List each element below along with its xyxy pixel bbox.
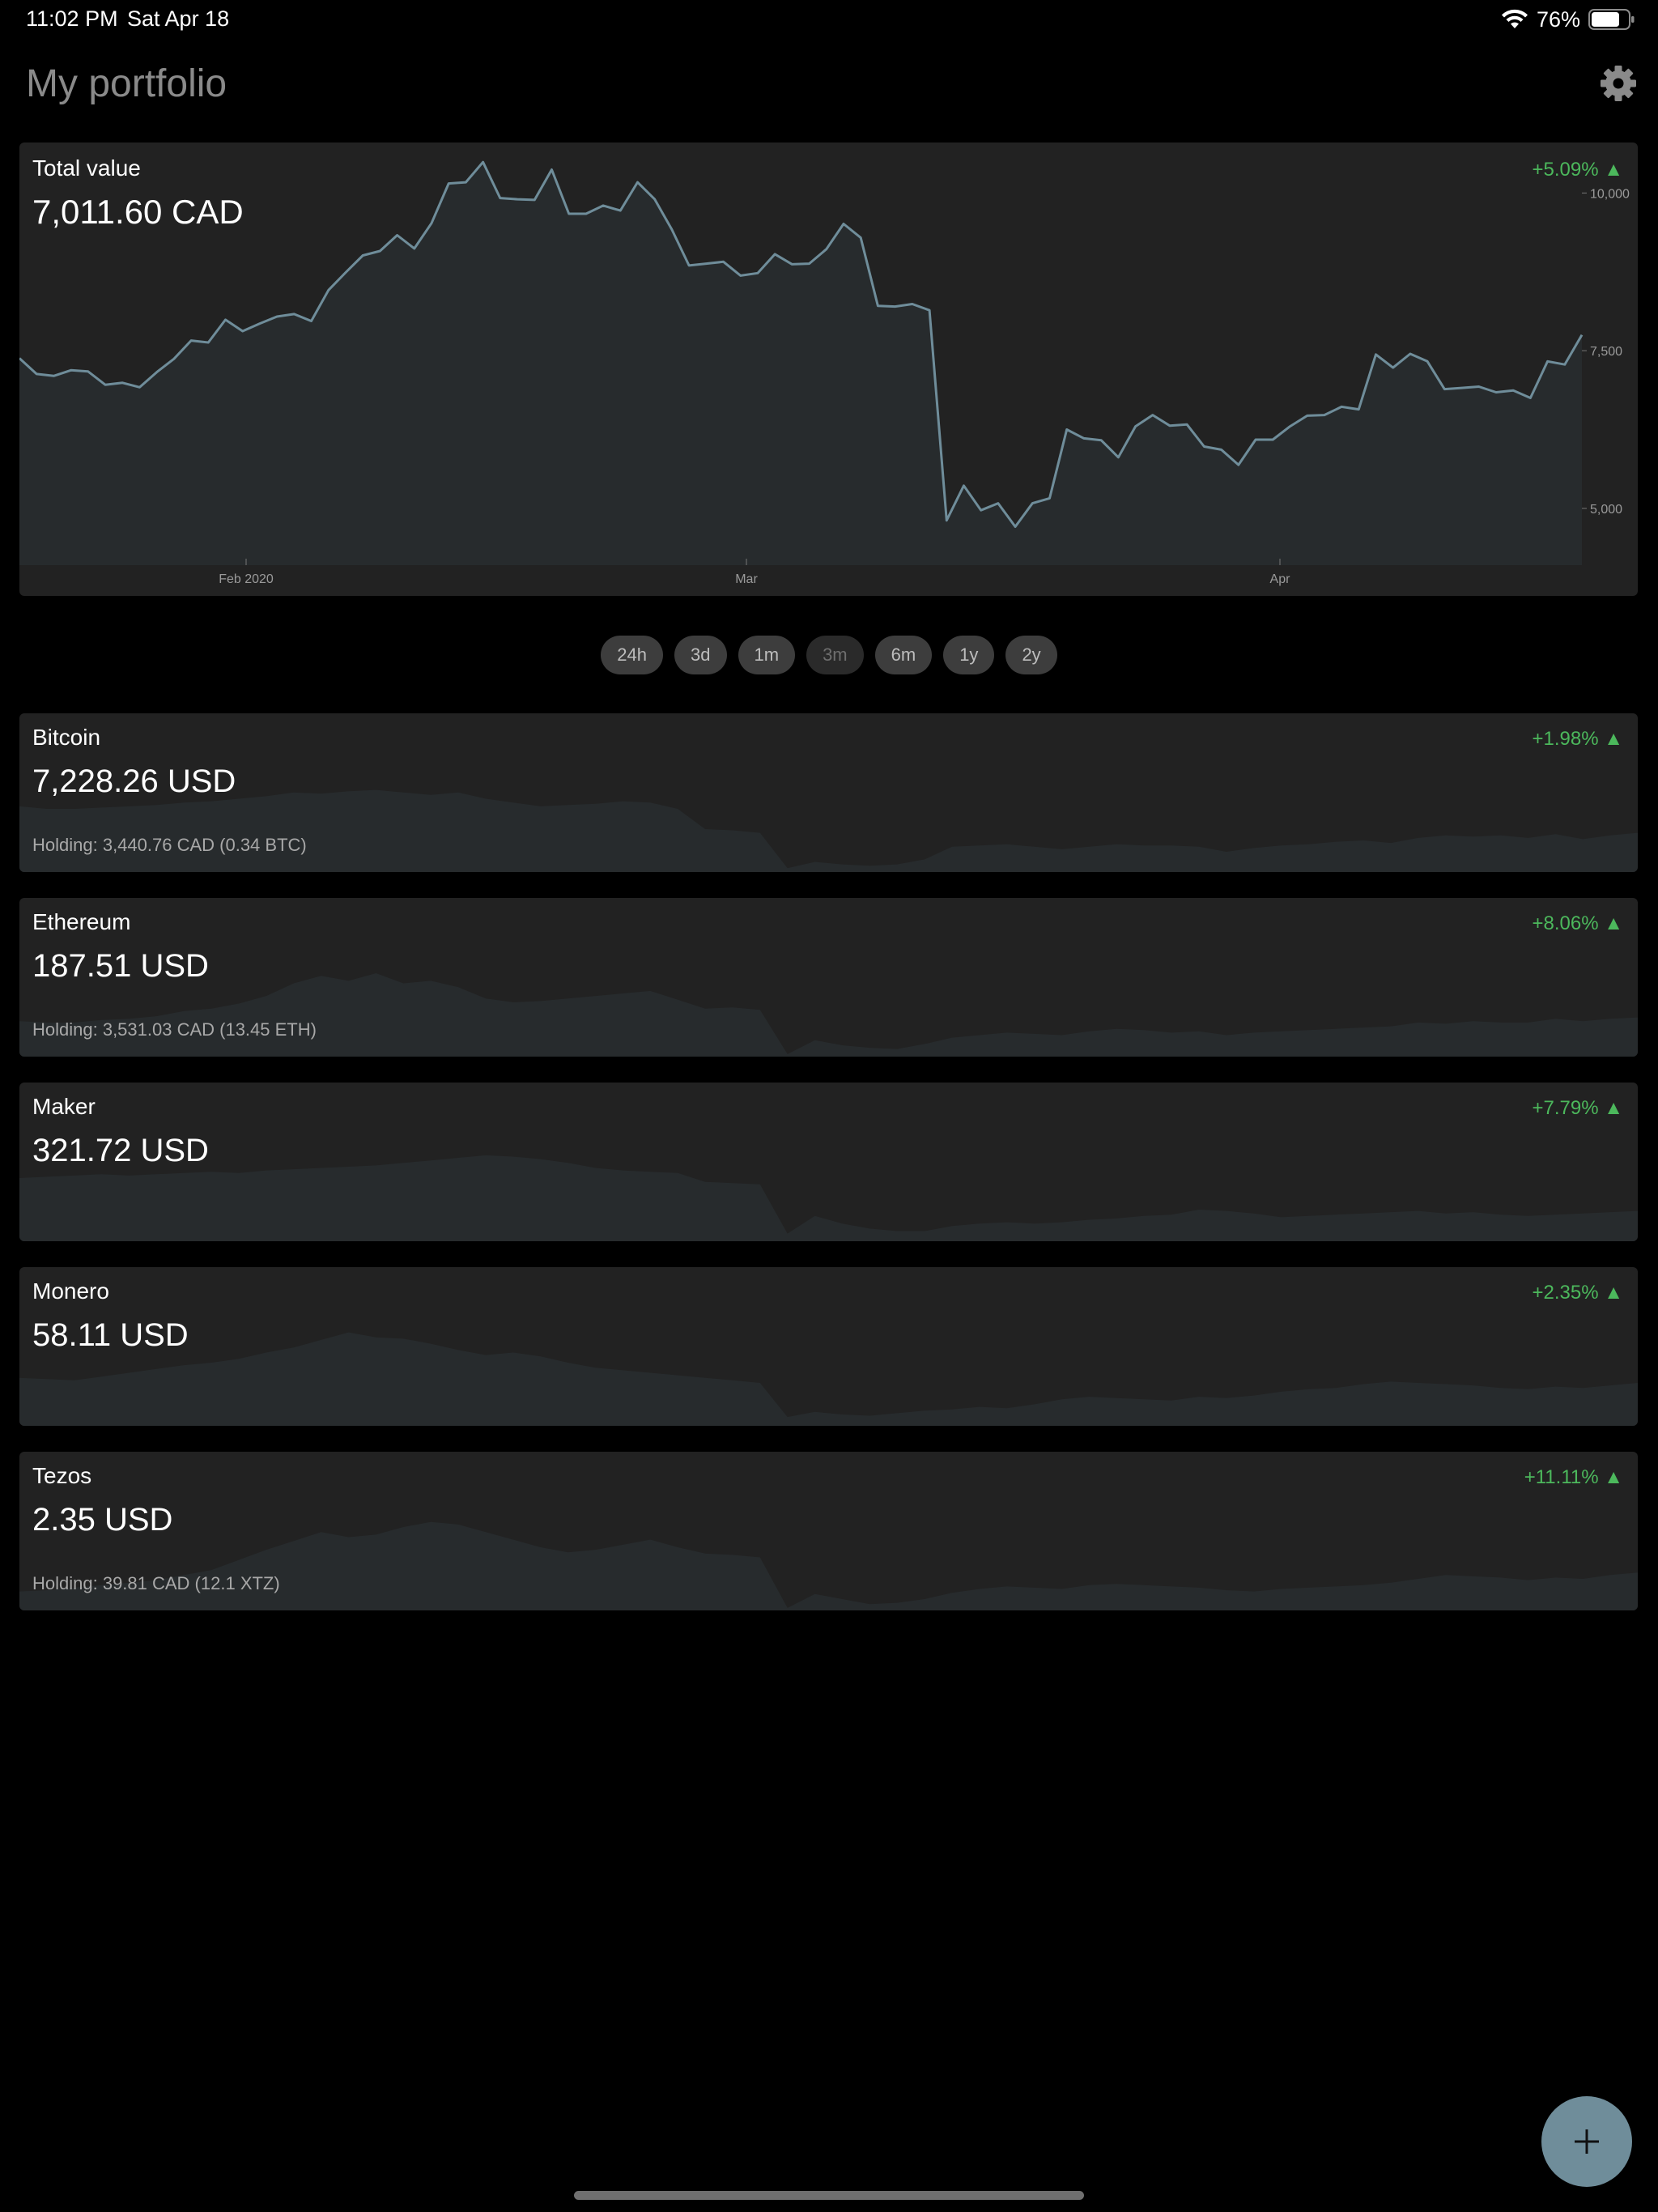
x-tick-label: Feb 2020 <box>219 572 274 586</box>
coin-sparkline-area <box>19 789 1638 872</box>
coin-sparkline <box>19 1332 1638 1426</box>
total-chart-area <box>19 162 1582 565</box>
y-tick-label: 10,000 <box>1590 187 1630 201</box>
coin-holding: Holding: 3,531.03 CAD (13.45 ETH) <box>32 1019 317 1040</box>
coin-holding: Holding: 39.81 CAD (12.1 XTZ) <box>32 1573 280 1593</box>
home-indicator <box>574 2191 1084 2200</box>
coin-sparkline-area <box>19 973 1638 1057</box>
coin-holding: Holding: 3,440.76 CAD (0.34 BTC) <box>32 835 307 855</box>
total-value-label: Total value <box>32 155 141 181</box>
coin-card-ethereum[interactable]: Ethereum +8.06% ▲ 187.51 USD Holding: 3,531… <box>19 898 1638 1057</box>
coin-change-badge: +8.06% ▲ <box>1532 912 1624 934</box>
coin-price: 2.35 USD <box>32 1502 173 1538</box>
total-value-chart: Feb 2020 Mar Apr 10,000 7,500 5,000 <box>19 160 1630 586</box>
status-date: Sat Apr 18 <box>127 6 230 31</box>
coin-card-tezos[interactable]: Tezos +11.11% ▲ 2.35 USD Holding: 39.81 CAD… <box>19 1452 1638 1610</box>
coin-price: 187.51 USD <box>32 948 209 984</box>
battery-percentage: 76% <box>1536 6 1580 32</box>
coin-sparkline-area <box>19 1155 1638 1241</box>
coin-sparkline-area <box>19 1332 1638 1426</box>
range-button-6m[interactable]: 6m <box>874 636 933 674</box>
battery-icon <box>1588 9 1635 30</box>
coin-card-maker[interactable]: Maker +7.79% ▲ 321.72 USD <box>19 1083 1638 1241</box>
coin-name: Monero <box>32 1278 109 1304</box>
range-button-24h[interactable]: 24h <box>601 636 664 674</box>
coin-name: Bitcoin <box>32 725 101 750</box>
coin-price: 321.72 USD <box>32 1133 209 1168</box>
total-change-badge: +5.09% ▲ <box>1532 159 1624 181</box>
coin-card-bitcoin[interactable]: Bitcoin +1.98% ▲ 7,228.26 USD Holding: 3,44… <box>19 713 1638 872</box>
coin-change-badge: +7.79% ▲ <box>1532 1097 1624 1119</box>
coin-name: Ethereum <box>32 909 131 934</box>
coin-change-badge: +2.35% ▲ <box>1532 1282 1624 1304</box>
coin-change-badge: +11.11% ▲ <box>1524 1466 1623 1488</box>
x-tick-label: Apr <box>1270 572 1291 586</box>
y-tick-label: 7,500 <box>1590 345 1622 359</box>
range-button-1y[interactable]: 1y <box>943 636 995 674</box>
coin-sparkline-area <box>19 1521 1638 1610</box>
portfolio-screen: 11:02 PM Sat Apr 18 76% My portfolio Feb… <box>0 0 1658 2212</box>
range-button-3d[interactable]: 3d <box>674 636 727 674</box>
coin-name: Tezos <box>32 1463 92 1488</box>
total-value-card[interactable]: Feb 2020 Mar Apr 10,000 7,500 5,000 Total val… <box>19 143 1638 596</box>
range-button-2y[interactable]: 2y <box>1005 636 1057 674</box>
x-tick-label: Mar <box>735 572 758 586</box>
y-tick-label: 5,000 <box>1590 503 1622 517</box>
status-indicators: 76% <box>1501 5 1635 34</box>
range-button-3m[interactable]: 3m <box>806 636 864 674</box>
status-time: 11:02 PM <box>26 6 118 31</box>
range-button-1m[interactable]: 1m <box>738 636 796 674</box>
plus-icon <box>1575 2129 1599 2154</box>
gear-icon[interactable] <box>1600 65 1637 102</box>
coin-sparkline <box>19 1155 1638 1241</box>
coin-name: Maker <box>32 1094 96 1119</box>
time-range-selector: 24h 3d 1m 3m 6m 1y 2y <box>0 636 1658 676</box>
status-bar: 11:02 PM Sat Apr 18 76% <box>0 0 1658 39</box>
coin-price: 7,228.26 USD <box>32 764 236 799</box>
page-title: My portfolio <box>26 62 227 105</box>
wifi-icon <box>1501 9 1528 28</box>
coin-price: 58.11 USD <box>32 1317 189 1353</box>
coin-change-badge: +1.98% ▲ <box>1532 728 1624 750</box>
total-value-amount: 7,011.60 CAD <box>32 193 244 231</box>
add-coin-button[interactable] <box>1541 2096 1632 2187</box>
coin-card-monero[interactable]: Monero +2.35% ▲ 58.11 USD <box>19 1267 1638 1426</box>
